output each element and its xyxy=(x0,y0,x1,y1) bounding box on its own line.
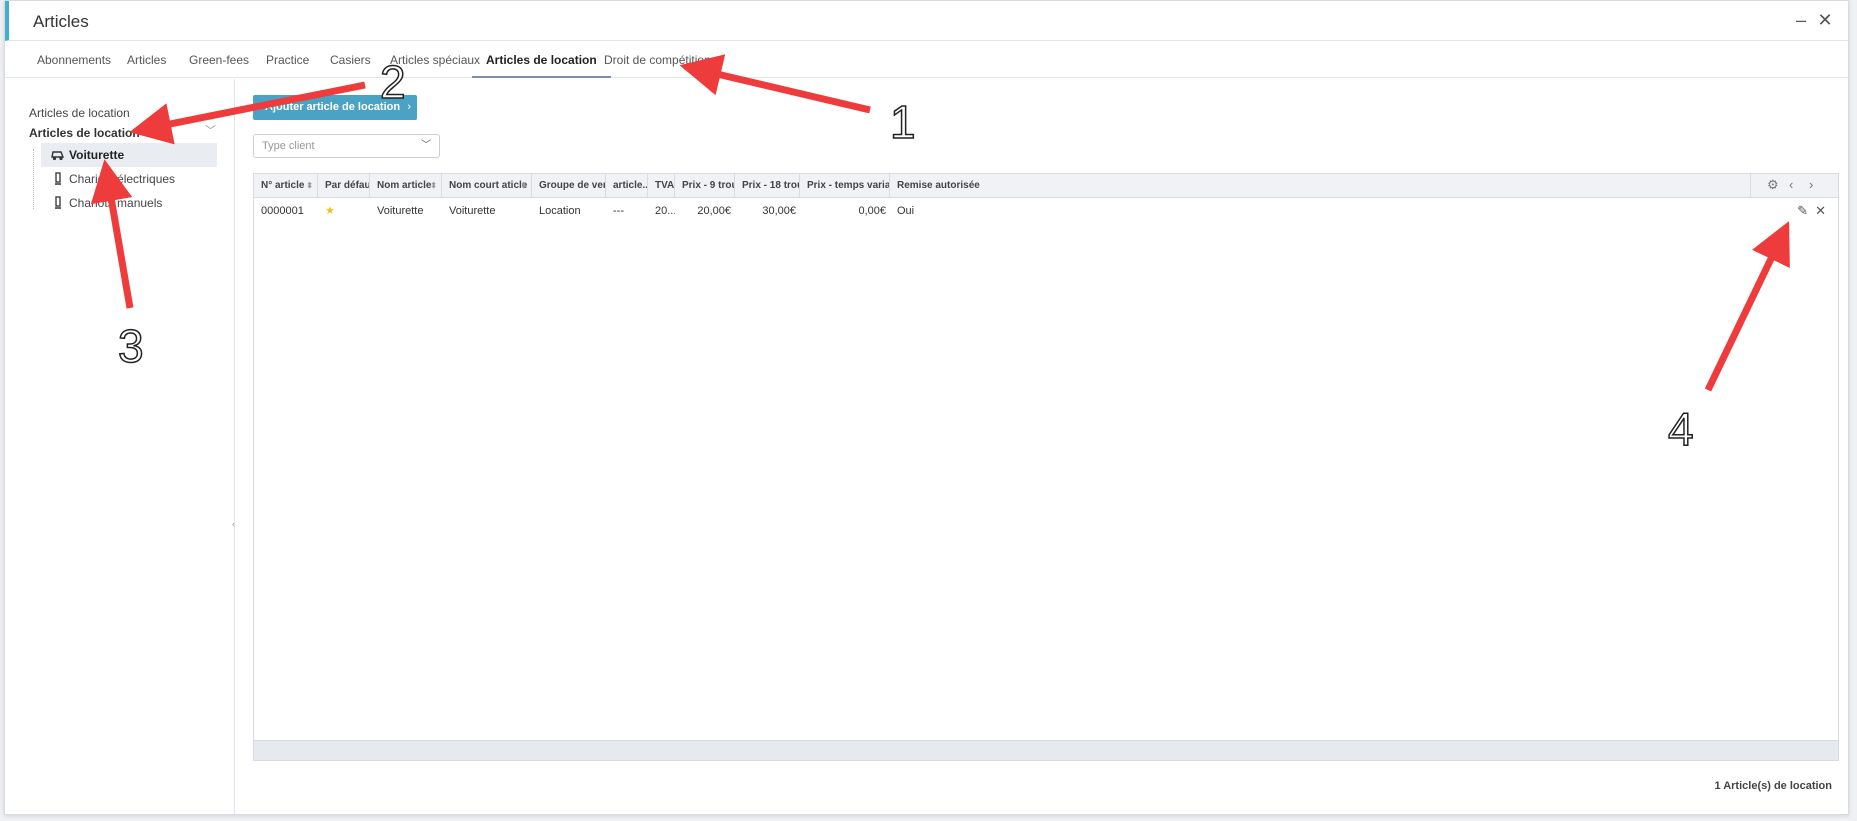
cell-groupe: Location xyxy=(539,205,581,217)
close-icon[interactable]: ✕ xyxy=(1816,11,1834,29)
column-header[interactable]: article... xyxy=(606,174,648,198)
cell-prix-variable: 0,00€ xyxy=(858,205,886,217)
sidebar-link-articles-de-location[interactable]: Articles de location xyxy=(29,106,130,120)
tab-green-fees[interactable]: Green-fees xyxy=(175,42,263,78)
gear-icon[interactable]: ⚙ xyxy=(1767,178,1779,192)
trolley-icon xyxy=(55,172,61,185)
minimize-icon[interactable]: – xyxy=(1792,11,1810,29)
sort-icon: ⬍ xyxy=(430,181,437,190)
column-header[interactable]: Prix - temps variable xyxy=(800,174,890,198)
cell-remise: Oui xyxy=(897,205,915,217)
tree-connector xyxy=(33,149,34,209)
edit-pencil-icon[interactable]: ✎ xyxy=(1797,204,1808,218)
chevron-right-icon[interactable]: › xyxy=(1809,178,1813,192)
rental-articles-grid: N° article ⬍ Par défaut Nom article ⬍ Nom … xyxy=(253,173,1839,761)
trolley-icon xyxy=(55,196,61,209)
cell-article: --- xyxy=(613,205,624,217)
column-header[interactable]: Prix - 9 trous xyxy=(675,174,735,198)
client-type-placeholder: Type client xyxy=(262,140,315,152)
tab-practice[interactable]: Practice xyxy=(252,42,323,78)
grid-header: N° article ⬍ Par défaut Nom article ⬍ Nom … xyxy=(254,174,1838,198)
sidebar-item-chariots-electriques[interactable]: Chariots électriques xyxy=(41,167,217,191)
cell-prix-18: 30,00€ xyxy=(762,205,796,217)
sidebar-item-label: Chariots manuels xyxy=(69,196,163,210)
grid-footer xyxy=(254,740,1838,760)
sort-icon: ⬍ xyxy=(306,181,313,190)
delete-icon[interactable]: ✕ xyxy=(1815,204,1826,218)
column-header[interactable]: Prix - 18 trous xyxy=(735,174,800,198)
sort-icon: ⬍ xyxy=(520,181,527,190)
tab-droit-de-competition[interactable]: Droit de compétition xyxy=(590,42,725,78)
sidebar: Articles de location Articles de locatio… xyxy=(5,79,235,814)
article-count: 1 Article(s) de location xyxy=(1714,780,1832,792)
sidebar-item-chariots-manuels[interactable]: Chariots manuels xyxy=(41,191,217,215)
articles-window: Articles – ✕ Abonnements Articles Green-… xyxy=(4,0,1849,815)
chevron-right-icon: › xyxy=(407,101,411,113)
tab-casiers[interactable]: Casiers xyxy=(316,42,385,78)
column-header[interactable]: N° article ⬍ xyxy=(254,174,318,198)
chevron-down-icon[interactable]: ﹀ xyxy=(205,122,216,138)
column-header[interactable]: Remise autorisée xyxy=(890,174,1520,198)
sidebar-item-label: Voiturette xyxy=(69,148,125,162)
cell-nom: Voiturette xyxy=(377,205,424,217)
window-title: Articles xyxy=(33,12,89,31)
chevron-down-icon: ﹀ xyxy=(421,140,431,151)
cell-numero: 0000001 xyxy=(261,205,304,217)
chevron-left-icon[interactable]: ‹ xyxy=(1789,178,1793,192)
column-header[interactable]: Nom court aticle ⬍ xyxy=(442,174,532,198)
tab-bar: Abonnements Articles Green-fees Practice… xyxy=(5,42,1848,78)
main-panel: Ajouter article de location › Type clien… xyxy=(235,79,1848,814)
cell-prix-9: 20,00€ xyxy=(697,205,731,217)
table-row[interactable]: 0000001 ★ Voiturette Voiturette Location… xyxy=(254,199,1838,223)
sidebar-group-articles-de-location[interactable]: Articles de location xyxy=(29,126,140,140)
cell-tva: 20... xyxy=(655,205,675,217)
column-header[interactable]: Nom article ⬍ xyxy=(370,174,442,198)
sidebar-item-label: Chariots électriques xyxy=(69,172,176,186)
add-rental-article-button[interactable]: Ajouter article de location › xyxy=(253,95,417,120)
tab-abonnements[interactable]: Abonnements xyxy=(23,42,125,78)
cell-nom-court: Voiturette xyxy=(449,205,496,217)
sidebar-item-voiturette[interactable]: Voiturette xyxy=(41,143,217,167)
grid-tools: ⚙ ‹ › xyxy=(1750,174,1838,198)
tab-articles[interactable]: Articles xyxy=(113,42,180,78)
column-header[interactable]: Par défaut xyxy=(318,174,370,198)
default-star-icon: ★ xyxy=(325,205,335,217)
add-button-label: Ajouter article de location xyxy=(265,101,401,113)
column-header[interactable]: TVA xyxy=(648,174,675,198)
title-bar: Articles – ✕ xyxy=(5,1,1848,41)
golf-cart-icon xyxy=(51,151,65,161)
client-type-select[interactable]: Type client ﹀ xyxy=(253,134,440,158)
column-header[interactable]: Groupe de vente xyxy=(532,174,606,198)
